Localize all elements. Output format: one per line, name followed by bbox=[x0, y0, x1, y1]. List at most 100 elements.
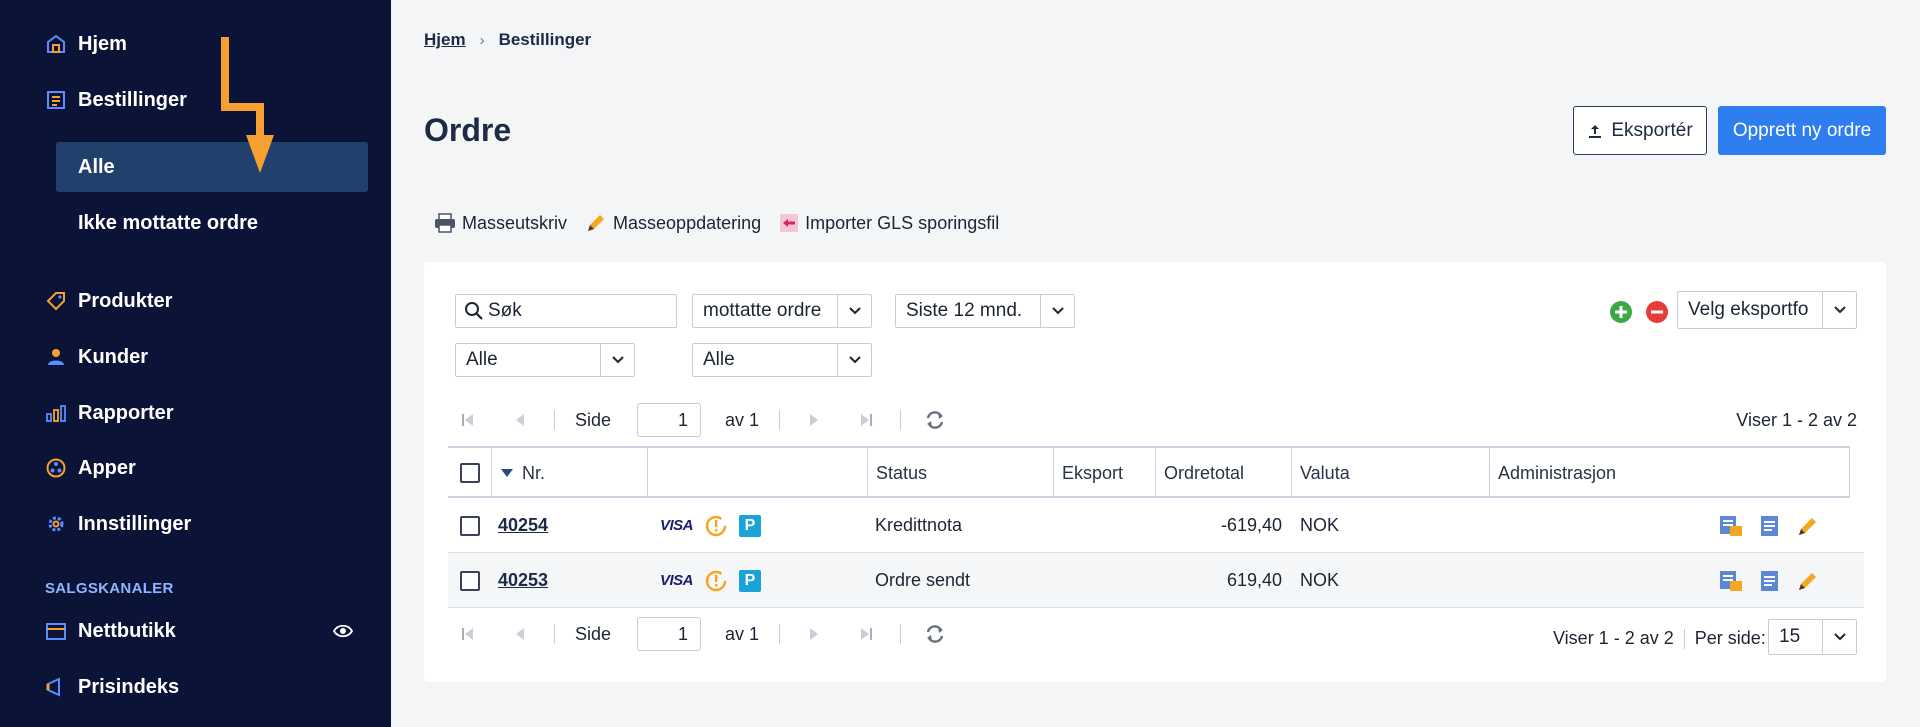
search-icon bbox=[465, 302, 483, 320]
visa-card-icon: VISA bbox=[660, 572, 694, 589]
sidebar-subitem-ikke-mottatte[interactable]: Ikke mottatte ordre bbox=[56, 198, 368, 248]
sidebar-item-prisindeks[interactable]: Prisindeks bbox=[44, 667, 179, 707]
prev-page-icon[interactable] bbox=[506, 406, 534, 434]
last-page-icon[interactable] bbox=[852, 406, 880, 434]
showing-count-bottom: Viser 1 - 2 av 2 bbox=[1553, 628, 1674, 648]
edit-pencil-icon[interactable] bbox=[1796, 569, 1820, 593]
sidebar-subitem-label: Alle bbox=[78, 155, 115, 178]
tag-icon bbox=[44, 289, 68, 313]
payment-icons: VISA P bbox=[660, 498, 762, 553]
first-page-icon[interactable] bbox=[454, 620, 482, 648]
order-number-link[interactable]: 40253 bbox=[498, 570, 548, 591]
invoice-icon[interactable] bbox=[1718, 569, 1744, 593]
annotation-arrow-icon bbox=[221, 37, 274, 173]
mass-update-label: Masseoppdatering bbox=[613, 212, 762, 233]
sidebar-item-kunder[interactable]: Kunder bbox=[44, 337, 148, 377]
refresh-icon[interactable] bbox=[921, 620, 949, 648]
sidebar-item-innstillinger[interactable]: Innstillinger bbox=[44, 504, 191, 544]
breadcrumb-home-link[interactable]: Hjem bbox=[424, 30, 466, 50]
remove-filter-icon[interactable] bbox=[1645, 300, 1669, 324]
payment-p-icon: P bbox=[739, 569, 762, 592]
admin-actions bbox=[1718, 498, 1820, 553]
column-header-valuta[interactable]: Valuta bbox=[1292, 448, 1490, 498]
period-filter-select[interactable]: Siste 12 mnd. bbox=[895, 294, 1075, 328]
pager-divider bbox=[554, 624, 555, 644]
import-gls-button[interactable]: Importer GLS sporingsfil bbox=[779, 213, 999, 234]
row-checkbox-cell bbox=[460, 553, 480, 608]
row-checkbox-cell bbox=[460, 498, 480, 553]
breadcrumb: Hjem › Bestillinger bbox=[424, 30, 591, 50]
eye-icon[interactable] bbox=[332, 620, 354, 642]
invoice-icon[interactable] bbox=[1718, 514, 1744, 538]
column-header-label: Administrasjon bbox=[1498, 462, 1617, 483]
sidebar-item-nettbutikk[interactable]: Nettbutikk bbox=[44, 611, 176, 651]
status-cell: Ordre sendt bbox=[875, 570, 971, 590]
warning-clock-icon bbox=[705, 515, 727, 536]
sidebar-subitem-alle[interactable]: Alle bbox=[56, 142, 368, 192]
column-header-status[interactable]: Status bbox=[868, 448, 1054, 498]
sidebar-item-bestillinger[interactable]: Bestillinger bbox=[44, 80, 187, 120]
add-filter-icon[interactable] bbox=[1609, 300, 1633, 324]
column-header-nr[interactable]: Nr. bbox=[492, 448, 648, 498]
sidebar-subitem-label: Ikke mottatte ordre bbox=[78, 211, 259, 234]
next-page-icon[interactable] bbox=[800, 406, 828, 434]
first-page-icon[interactable] bbox=[454, 406, 482, 434]
mass-print-button[interactable]: Masseutskriv bbox=[434, 213, 567, 234]
export-button[interactable]: Eksportér bbox=[1573, 106, 1707, 155]
create-order-button[interactable]: Opprett ny ordre bbox=[1718, 106, 1886, 155]
user-icon bbox=[44, 345, 68, 369]
payment-icons: VISA P bbox=[660, 553, 762, 608]
filter-a-select[interactable]: Alle bbox=[455, 343, 635, 377]
showing-count-top: Viser 1 - 2 av 2 bbox=[1736, 410, 1857, 430]
search-input[interactable]: Søk bbox=[455, 294, 677, 328]
sidebar-item-label: Produkter bbox=[78, 289, 173, 312]
sidebar-item-produkter[interactable]: Produkter bbox=[44, 281, 172, 321]
status-filter-select[interactable]: mottatte ordre bbox=[692, 294, 872, 328]
status-cell: Kredittnota bbox=[875, 515, 963, 535]
sort-desc-icon bbox=[501, 469, 513, 477]
sidebar-item-label: Kunder bbox=[78, 345, 148, 368]
export-format-select[interactable]: Velg eksportfo bbox=[1677, 291, 1857, 329]
table-header: Nr. Status Eksport Ordretotal Valuta Adm… bbox=[448, 446, 1850, 498]
sidebar-item-rapporter[interactable]: Rapporter bbox=[44, 393, 174, 433]
period-filter-value: Siste 12 mnd. bbox=[906, 300, 1023, 321]
visa-card-icon: VISA bbox=[660, 517, 694, 534]
per-page-select[interactable]: 15 bbox=[1768, 619, 1857, 655]
sidebar-item-label: Bestillinger bbox=[78, 88, 187, 111]
document-icon[interactable] bbox=[1758, 514, 1782, 538]
sidebar-item-label: Innstillinger bbox=[78, 512, 192, 535]
breadcrumb-current: Bestillinger bbox=[498, 30, 592, 49]
chevron-down-icon bbox=[1040, 295, 1074, 327]
import-gls-label: Importer GLS sporingsfil bbox=[805, 212, 1000, 233]
next-page-icon[interactable] bbox=[800, 620, 828, 648]
mass-update-button[interactable]: Masseoppdatering bbox=[585, 212, 761, 234]
column-header-label: Valuta bbox=[1300, 462, 1350, 483]
row-checkbox[interactable] bbox=[460, 515, 480, 536]
row-checkbox[interactable] bbox=[460, 570, 480, 591]
last-page-icon[interactable] bbox=[852, 620, 880, 648]
store-icon bbox=[44, 619, 68, 643]
column-header-eksport[interactable]: Eksport bbox=[1054, 448, 1156, 498]
total-cell: 619,40 bbox=[1226, 570, 1282, 590]
pager-divider bbox=[779, 410, 781, 430]
page-number-input[interactable]: 1 bbox=[637, 403, 702, 437]
select-all-checkbox[interactable] bbox=[459, 463, 480, 483]
sidebar-item-hjem[interactable]: Hjem bbox=[44, 24, 127, 64]
page-title: Ordre bbox=[424, 112, 512, 148]
pager-of-label: av 1 bbox=[725, 623, 760, 644]
page-number-input[interactable]: 1 bbox=[637, 617, 702, 651]
table-row: 40254 VISA P Kredittnota -619,40 NOK bbox=[448, 498, 1864, 553]
pencil-icon bbox=[588, 215, 605, 231]
filter-b-select[interactable]: Alle bbox=[692, 343, 872, 377]
document-icon[interactable] bbox=[1758, 569, 1782, 593]
sidebar-item-label: Apper bbox=[78, 456, 136, 479]
home-icon bbox=[44, 32, 68, 56]
column-header-ordretotal[interactable]: Ordretotal bbox=[1156, 448, 1292, 498]
sidebar-item-apper[interactable]: Apper bbox=[44, 448, 136, 488]
prev-page-icon[interactable] bbox=[506, 620, 534, 648]
refresh-icon[interactable] bbox=[921, 406, 949, 434]
order-number-link[interactable]: 40254 bbox=[498, 515, 548, 536]
bulk-toolbar: Masseutskriv Masseoppdatering Importer G… bbox=[434, 212, 999, 234]
sidebar-item-label: Rapporter bbox=[78, 401, 174, 424]
edit-pencil-icon[interactable] bbox=[1796, 514, 1820, 538]
